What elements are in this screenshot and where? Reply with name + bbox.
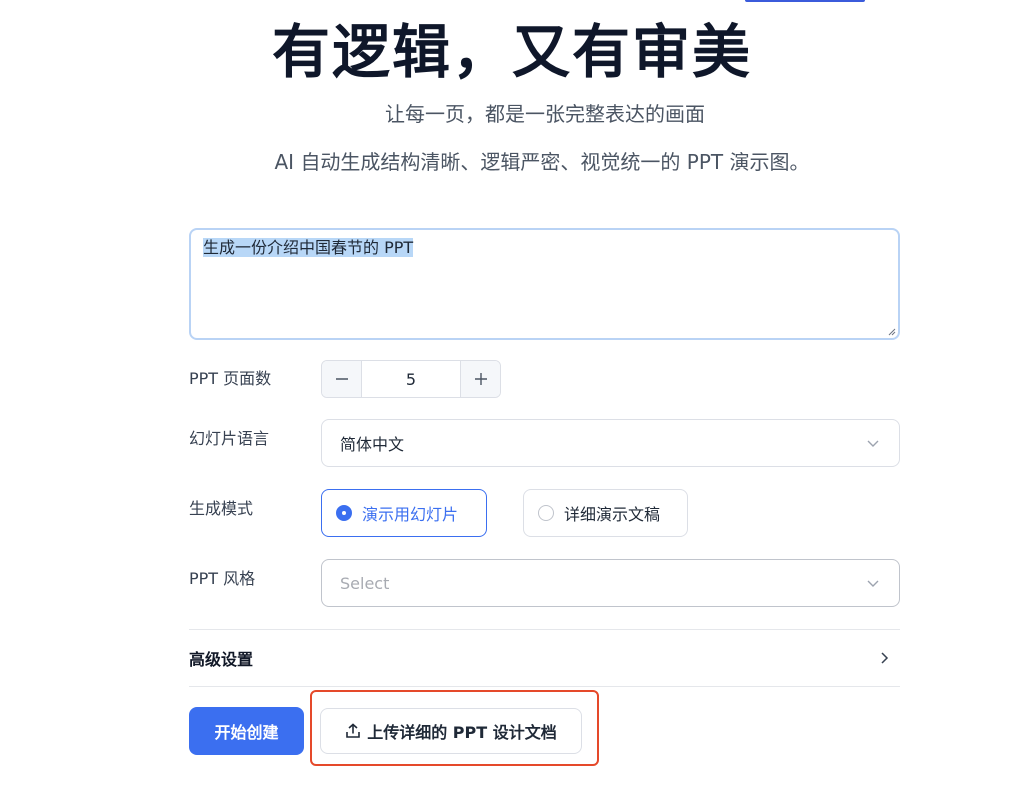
prompt-textarea[interactable]: 生成一份介绍中国春节的 PPT (189, 228, 900, 340)
chevron-down-icon (867, 580, 879, 587)
prompt-text: 生成一份介绍中国春节的 PPT (203, 238, 414, 257)
upload-design-doc-button[interactable]: 上传详细的 PPT 设计文档 (320, 708, 582, 754)
minus-icon (335, 378, 348, 380)
radio-unselected-icon (538, 505, 554, 521)
advanced-settings-toggle[interactable]: 高级设置 (189, 630, 900, 686)
radio-selected-icon (336, 505, 352, 521)
page: 有逻辑，又有审美 让每一页，都是一张完整表达的画面 AI 自动生成结构清晰、逻辑… (0, 0, 1024, 808)
mode-option-document[interactable]: 详细演示文稿 (523, 489, 688, 537)
language-select[interactable]: 简体中文 (321, 419, 900, 467)
chevron-down-icon (867, 440, 879, 447)
hero-title: 有逻辑，又有审美 (271, 18, 752, 86)
divider (189, 686, 900, 687)
mode-label: 生成模式 (189, 499, 254, 518)
upload-icon (346, 723, 361, 738)
start-create-button[interactable]: 开始创建 (189, 707, 304, 755)
decrement-button[interactable] (322, 361, 362, 397)
style-placeholder: Select (340, 573, 390, 593)
hero-subtitle: 让每一页，都是一张完整表达的画面 (385, 102, 705, 126)
style-select[interactable]: Select (321, 559, 900, 607)
plus-icon (474, 373, 487, 385)
resize-handle-icon[interactable] (888, 328, 896, 336)
page-count-stepper: 5 (321, 360, 501, 398)
advanced-settings-label: 高级设置 (189, 650, 254, 669)
chevron-right-icon (881, 652, 889, 664)
hero-description: AI 自动生成结构清晰、逻辑严密、视觉统一的 PPT 演示图。 (274, 150, 810, 174)
top-accent-bar (745, 0, 865, 2)
mode-option-label: 详细演示文稿 (564, 505, 661, 524)
language-value: 简体中文 (340, 435, 405, 454)
page-count-input[interactable]: 5 (362, 361, 460, 397)
upload-button-label: 上传详细的 PPT 设计文档 (367, 723, 557, 742)
increment-button[interactable] (460, 361, 500, 397)
style-label: PPT 风格 (189, 569, 256, 588)
language-label: 幻灯片语言 (189, 429, 270, 448)
mode-option-label: 演示用幻灯片 (362, 505, 459, 524)
page-count-label: PPT 页面数 (189, 369, 272, 388)
mode-option-slides[interactable]: 演示用幻灯片 (321, 489, 487, 537)
